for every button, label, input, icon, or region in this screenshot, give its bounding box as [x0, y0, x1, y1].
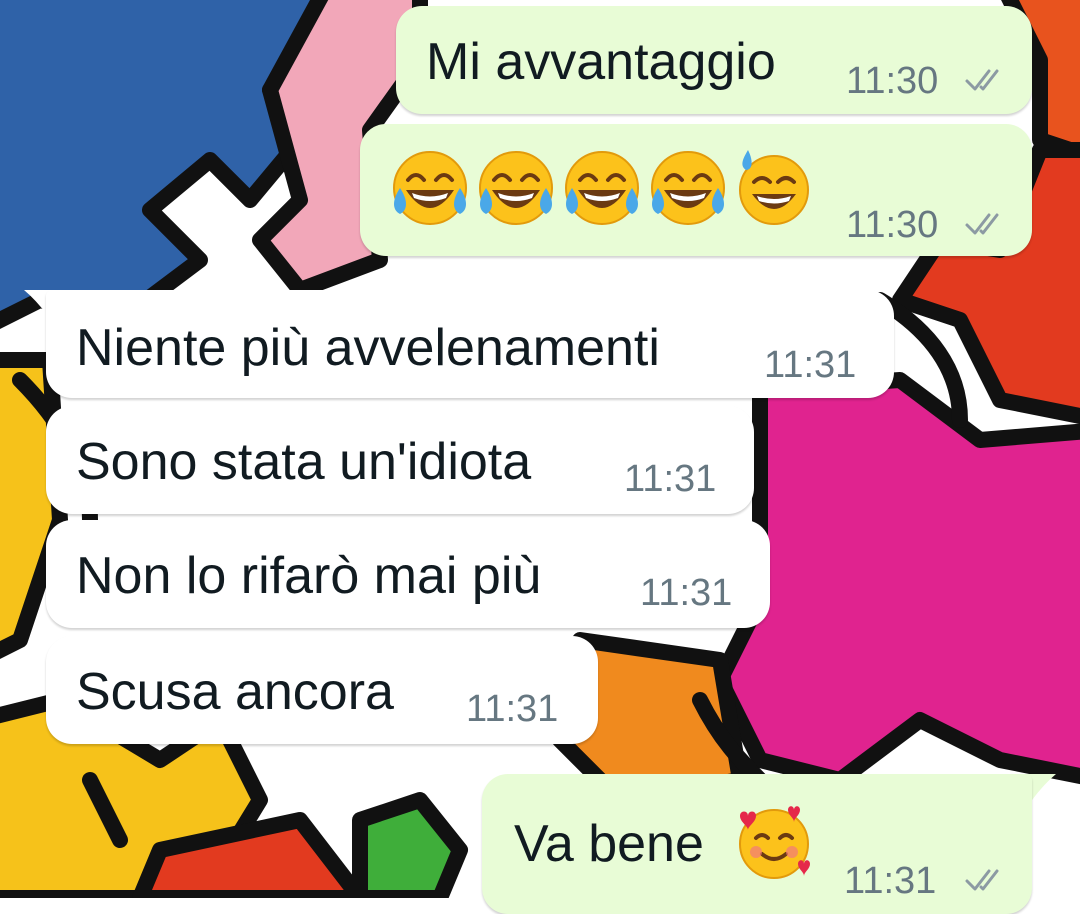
- message-timestamp: 11:31: [466, 688, 559, 730]
- incoming-message[interactable]: Non lo rifarò mai più 11:31: [46, 520, 770, 628]
- read-ticks-icon: [965, 869, 999, 891]
- message-text: Mi avvantaggio: [426, 33, 776, 91]
- message-timestamp: 11:31: [844, 860, 937, 902]
- outgoing-message[interactable]: 11:30: [360, 124, 1032, 256]
- laughing-crying-emoji: [393, 151, 467, 225]
- laughing-crying-emoji: [565, 151, 639, 225]
- message-timestamp: 11:31: [624, 458, 717, 500]
- grinning-sweat-emoji: [739, 150, 809, 225]
- incoming-message[interactable]: Niente più avvelenamenti 11:31: [46, 290, 894, 398]
- message-text: Sono stata un'idiota: [76, 433, 532, 491]
- message-text: Non lo rifarò mai più: [76, 547, 542, 605]
- read-ticks-icon: [965, 213, 999, 235]
- read-ticks-icon: [965, 69, 999, 91]
- outgoing-message[interactable]: Va bene 11:31: [482, 774, 1032, 914]
- message-timestamp: 11:30: [846, 204, 939, 246]
- laughing-crying-emoji: [479, 151, 553, 225]
- message-timestamp: 11:31: [764, 344, 857, 386]
- incoming-message[interactable]: Sono stata un'idiota 11:31: [46, 406, 754, 514]
- message-text: Scusa ancora: [76, 663, 394, 721]
- incoming-message[interactable]: Scusa ancora 11:31: [46, 636, 598, 744]
- outgoing-message[interactable]: Mi avvantaggio 11:30: [396, 6, 1032, 114]
- message-timestamp: 11:30: [846, 60, 939, 102]
- smiling-hearts-emoji: [739, 806, 810, 879]
- laughing-crying-emoji: [651, 151, 725, 225]
- chat-area: Mi avvantaggio 11:30 11:30 Niente più av…: [0, 0, 1080, 914]
- message-text: Niente più avvelenamenti: [76, 319, 660, 377]
- message-timestamp: 11:31: [640, 572, 733, 614]
- message-text: Va bene: [514, 815, 704, 873]
